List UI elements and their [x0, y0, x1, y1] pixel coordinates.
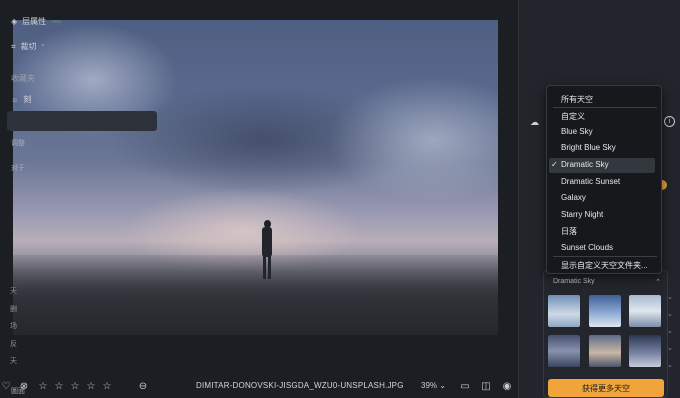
- pro-badge: PRO: [52, 19, 61, 24]
- sky-selector-popup: Dramatic Sky ⌃ 获得更多天空: [543, 270, 668, 398]
- menu-item-sunset[interactable]: 日落: [561, 226, 577, 237]
- menu-item-blue-sky[interactable]: Blue Sky: [561, 127, 593, 136]
- sky-thumbnail[interactable]: [589, 335, 621, 367]
- menu-item-custom[interactable]: 自定义: [561, 111, 585, 122]
- sky-category-dropdown: 所有天空 自定义 Blue Sky Bright Blue Sky ✓ Dram…: [546, 85, 662, 274]
- sky-thumbnail[interactable]: [548, 335, 580, 367]
- app-window: ♡ ⊗ ☆ ☆ ☆ ☆ ☆ ⊖ DIMITAR-DONOVSKI-JISGDA_…: [0, 0, 680, 398]
- minus-circle-icon[interactable]: ⊖: [137, 380, 149, 392]
- photo-preview[interactable]: [13, 20, 498, 335]
- menu-item-dramatic-sky[interactable]: ✓ Dramatic Sky: [551, 160, 609, 169]
- for-label: 对于: [11, 165, 25, 172]
- bottom-section-label: 圖面: [11, 388, 25, 395]
- favorite-tool-item[interactable]: ☼ 刻: [11, 94, 31, 105]
- menu-item-galaxy[interactable]: Galaxy: [561, 193, 586, 202]
- sky-thumbnail[interactable]: [629, 295, 661, 327]
- photo-ground: [13, 255, 498, 335]
- adjust-tab[interactable]: 调整: [11, 138, 25, 148]
- chevron-up-down-icon: ⌃: [655, 279, 661, 286]
- zoom-level[interactable]: 39% ⌄: [421, 381, 446, 390]
- sun-icon: ☼: [11, 95, 19, 104]
- bottom-toolbar: ♡ ⊗ ☆ ☆ ☆ ☆ ☆ ⊖ DIMITAR-DONOVSKI-JISGDA_…: [0, 374, 518, 398]
- rating-stars: ☆ ☆ ☆ ☆ ☆: [37, 380, 113, 392]
- menu-item-bright-blue-sky[interactable]: Bright Blue Sky: [561, 143, 616, 152]
- sky-thumbnail[interactable]: [548, 295, 580, 327]
- compare-icon[interactable]: ▭: [459, 380, 471, 392]
- menu-divider: [553, 256, 657, 257]
- checkmark-icon: ✓: [551, 160, 558, 169]
- slider-label: 天: [10, 358, 17, 366]
- menu-item-sunset-clouds[interactable]: Sunset Clouds: [561, 243, 613, 252]
- layer-properties-item[interactable]: ◈ 层属性 PRO: [11, 16, 61, 27]
- menu-item-dramatic-sunset[interactable]: Dramatic Sunset: [561, 177, 620, 186]
- star-icon[interactable]: ☆: [37, 380, 49, 392]
- image-canvas: [0, 0, 518, 372]
- menu-divider: [553, 107, 657, 108]
- star-icon[interactable]: ☆: [53, 380, 65, 392]
- star-icon[interactable]: ☆: [101, 380, 113, 392]
- cloud-icon: ☁: [530, 117, 539, 127]
- layers-icon: ◈: [11, 17, 18, 26]
- slider-label: 天: [10, 288, 17, 295]
- file-name: DIMITAR-DONOVSKI-JISGDA_WZU0-UNSPLASH.JP…: [196, 381, 404, 390]
- slider-labels: 天 删 场 反 天: [10, 286, 17, 374]
- slider-label: 删: [10, 305, 17, 313]
- slider-label: 反: [10, 340, 17, 348]
- slider-label: 场: [10, 323, 17, 331]
- crop-item[interactable]: ⌗ 裁切 ^: [11, 41, 44, 52]
- crop-icon: ⌗: [11, 41, 16, 51]
- menu-item-starry-night[interactable]: Starry Night: [561, 210, 603, 219]
- sky-select[interactable]: Dramatic Sky ⌃: [553, 278, 661, 286]
- split-view-icon[interactable]: ◫: [480, 380, 492, 392]
- photo-person: [261, 220, 273, 280]
- get-more-skies-button[interactable]: 获得更多天空: [548, 379, 664, 397]
- sky-thumbnail[interactable]: [589, 295, 621, 327]
- star-icon[interactable]: ☆: [69, 380, 81, 392]
- star-icon[interactable]: ☆: [85, 380, 97, 392]
- eye-icon[interactable]: ◉: [501, 380, 513, 392]
- sky-thumbnail[interactable]: [629, 335, 661, 367]
- sky-replacement-card[interactable]: [7, 111, 157, 131]
- menu-item-show-custom-folder[interactable]: 显示自定义天空文件夹...: [561, 260, 648, 271]
- info-icon[interactable]: i: [664, 116, 675, 127]
- favorites-heading: 收藏夹: [11, 74, 35, 83]
- menu-item-all-skies[interactable]: 所有天空: [561, 94, 593, 105]
